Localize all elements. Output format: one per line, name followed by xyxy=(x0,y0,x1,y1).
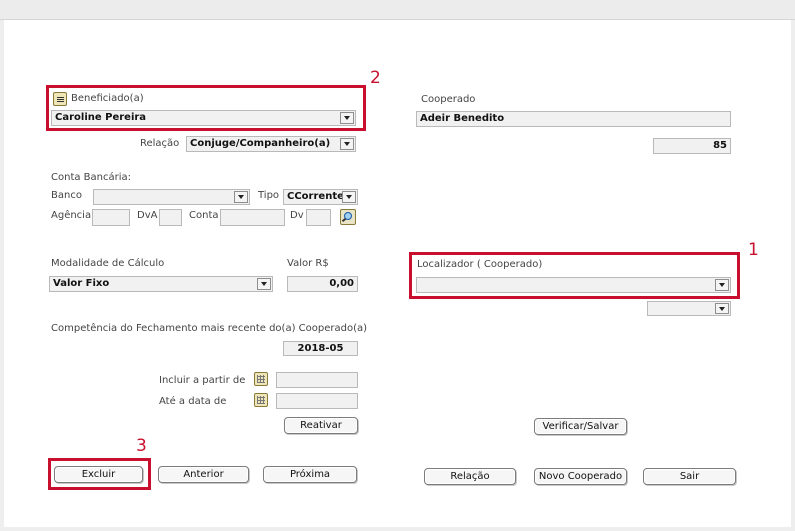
chevron-down-icon[interactable] xyxy=(342,191,356,203)
anterior-button[interactable]: Anterior xyxy=(158,466,249,483)
chevron-down-icon[interactable] xyxy=(234,191,248,203)
calendar-icon[interactable] xyxy=(254,372,268,386)
competencia-label: Competência do Fechamento mais recente d… xyxy=(51,323,368,334)
tipo-select[interactable]: CCorrente xyxy=(283,189,358,205)
conta-bancaria-title: Conta Bancária: xyxy=(51,172,132,183)
highlight-box-2 xyxy=(46,85,366,131)
modalidade-select[interactable]: Valor Fixo xyxy=(49,276,273,292)
novo-cooperado-button[interactable]: Novo Cooperado xyxy=(534,468,627,485)
dv-label: Dv xyxy=(290,210,304,221)
search-icon[interactable] xyxy=(340,209,356,225)
calendar-icon[interactable] xyxy=(254,393,268,407)
incluir-date-input[interactable] xyxy=(276,372,358,388)
relacao-button[interactable]: Relação xyxy=(424,468,516,485)
relacao-value: Conjuge/Companheiro(a) xyxy=(190,138,331,149)
valor-input[interactable]: 0,00 xyxy=(287,276,358,292)
relacao-label: Relação xyxy=(140,138,180,149)
relacao-select[interactable]: Conjuge/Companheiro(a) xyxy=(186,136,356,152)
verificar-salvar-button[interactable]: Verificar/Salvar xyxy=(534,418,627,435)
marker-2: 2 xyxy=(370,68,381,88)
chevron-down-icon[interactable] xyxy=(340,138,354,150)
incluir-label: Incluir a partir de xyxy=(159,375,246,386)
localizador-secondary-select[interactable] xyxy=(647,301,731,316)
tipo-value: CCorrente xyxy=(287,191,344,202)
banco-select[interactable] xyxy=(93,189,250,205)
tipo-label: Tipo xyxy=(258,190,280,201)
ate-label: Até a data de xyxy=(159,396,227,407)
sair-button[interactable]: Sair xyxy=(643,468,736,485)
cooperado-number-field: 85 xyxy=(653,138,731,154)
highlight-box-3 xyxy=(48,458,151,490)
competencia-value: 2018-05 xyxy=(283,341,358,356)
dv-input[interactable] xyxy=(306,209,331,226)
chevron-down-icon[interactable] xyxy=(257,278,271,290)
conta-input[interactable] xyxy=(220,209,285,226)
agencia-label: Agência xyxy=(51,210,92,221)
agencia-input[interactable] xyxy=(92,209,130,226)
banco-label: Banco xyxy=(51,190,82,201)
cooperado-label: Cooperado xyxy=(421,94,476,105)
dva-input[interactable] xyxy=(159,209,182,226)
valor-label: Valor R$ xyxy=(287,258,329,269)
highlight-box-1 xyxy=(409,252,740,299)
dva-label: DvA xyxy=(137,210,158,221)
conta-label: Conta xyxy=(189,210,219,221)
marker-1: 1 xyxy=(748,240,759,260)
chevron-down-icon[interactable] xyxy=(715,303,729,314)
ate-date-input[interactable] xyxy=(276,393,358,409)
modalidade-label: Modalidade de Cálculo xyxy=(51,258,165,269)
top-bar xyxy=(0,0,795,20)
proxima-button[interactable]: Próxima xyxy=(263,466,357,483)
marker-3: 3 xyxy=(136,436,147,456)
cooperado-name-field: Adeir Benedito xyxy=(416,111,731,127)
reativar-button[interactable]: Reativar xyxy=(284,417,358,434)
modalidade-value: Valor Fixo xyxy=(53,278,110,289)
